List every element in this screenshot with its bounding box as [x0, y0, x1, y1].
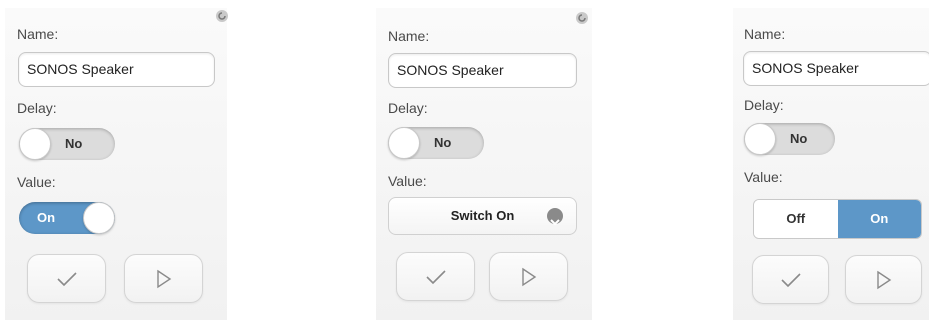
toggle-knob — [744, 123, 776, 155]
corner-settings-icon[interactable] — [216, 10, 228, 22]
delay-label: Delay: — [744, 97, 784, 113]
delay-toggle[interactable]: No — [744, 123, 835, 155]
delay-toggle-label: No — [434, 135, 452, 150]
chevron-down-icon — [547, 208, 563, 226]
device-panel-toggle-value: Name: SONOS Speaker Delay: No Value: On — [5, 8, 228, 320]
name-label: Name: — [744, 26, 786, 42]
confirm-button[interactable] — [396, 252, 475, 301]
device-panel-select-value: Name: SONOS Speaker Delay: No Value: Swi… — [376, 8, 592, 320]
value-option-on[interactable]: On — [837, 200, 921, 238]
value-label: Value: — [744, 169, 783, 185]
play-icon — [156, 269, 171, 288]
value-segmented-control[interactable]: Off On — [753, 199, 922, 239]
play-icon — [876, 270, 891, 289]
name-input[interactable]: SONOS Speaker — [388, 53, 577, 88]
value-label: Value: — [17, 174, 56, 190]
confirm-button[interactable] — [27, 254, 106, 303]
play-button[interactable] — [124, 254, 203, 303]
delay-toggle[interactable]: No — [19, 128, 115, 160]
confirm-button[interactable] — [752, 255, 829, 304]
checkmark-icon — [780, 272, 801, 287]
value-select[interactable]: Switch On — [388, 197, 577, 235]
play-button[interactable] — [489, 252, 568, 301]
delay-toggle-label: No — [65, 136, 83, 151]
delay-toggle[interactable]: No — [388, 127, 484, 159]
corner-settings-icon[interactable] — [576, 12, 588, 24]
toggle-knob — [83, 202, 115, 234]
delay-label: Delay: — [17, 100, 57, 116]
value-option-off[interactable]: Off — [754, 200, 838, 238]
checkmark-icon — [425, 269, 446, 284]
value-select-text: Switch On — [450, 208, 515, 223]
play-button[interactable] — [845, 255, 922, 304]
toggle-knob — [388, 127, 420, 159]
checkmark-icon — [56, 271, 77, 286]
play-icon — [521, 267, 536, 286]
value-toggle[interactable]: On — [19, 202, 115, 234]
name-label: Name: — [17, 26, 59, 42]
value-toggle-label: On — [37, 210, 56, 225]
value-label: Value: — [388, 173, 427, 189]
name-input[interactable]: SONOS Speaker — [743, 51, 929, 86]
name-input[interactable]: SONOS Speaker — [18, 52, 215, 87]
delay-toggle-label: No — [790, 131, 808, 146]
device-panel-segmented-value: Name: SONOS Speaker Delay: No Value: Off… — [733, 8, 929, 320]
toggle-knob — [19, 128, 51, 160]
name-label: Name: — [388, 28, 430, 44]
delay-label: Delay: — [388, 100, 428, 116]
